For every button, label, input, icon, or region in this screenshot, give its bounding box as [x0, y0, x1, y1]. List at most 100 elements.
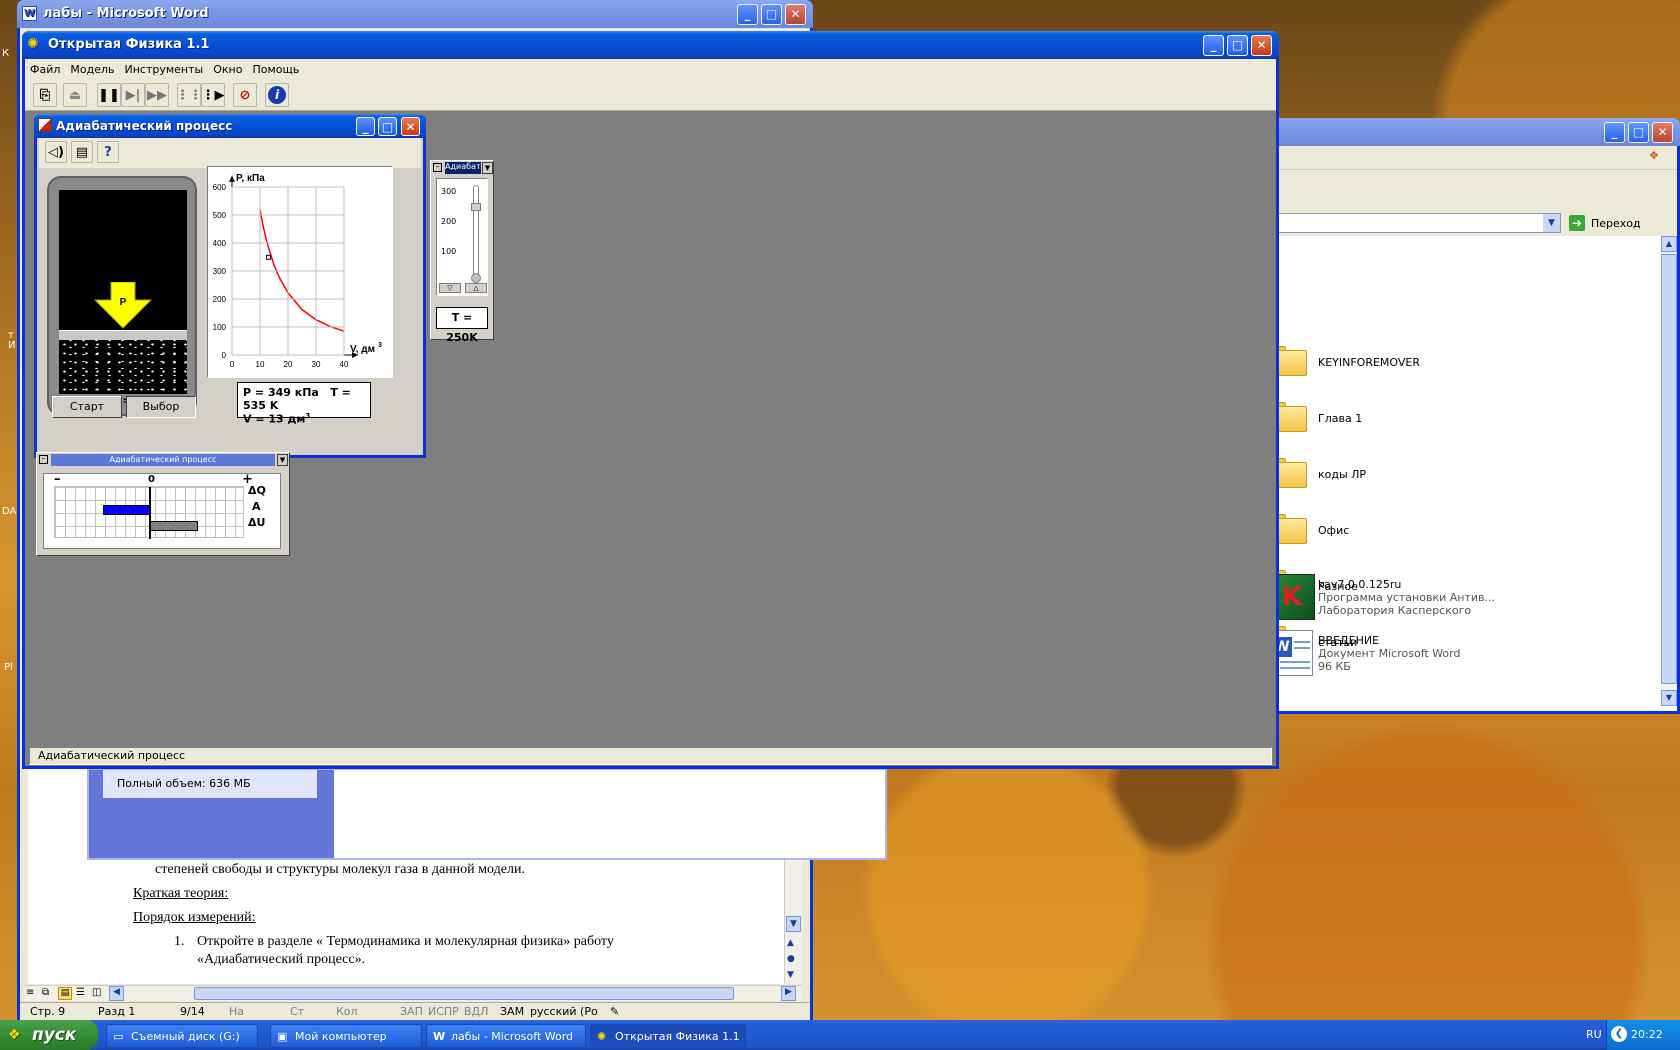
- thermo-menu-icon[interactable]: –: [433, 163, 442, 172]
- piston: [59, 330, 187, 340]
- word-titlebar[interactable]: W лабы - Microsoft Word: [17, 0, 813, 28]
- file-name[interactable]: kav7.0.0.125ru: [1318, 578, 1401, 591]
- normal-view-icon[interactable]: ≡: [26, 987, 34, 998]
- fast-forward-icon[interactable]: ▶▶: [145, 83, 169, 107]
- minimize-button[interactable]: _: [356, 117, 375, 136]
- open-door-icon[interactable]: ⎘: [33, 83, 57, 107]
- pause-icon[interactable]: ❚❚: [97, 83, 121, 107]
- folder-name[interactable]: KEYINFOREMOVER: [1318, 356, 1420, 369]
- next-page-icon[interactable]: ▼: [787, 970, 794, 980]
- physics-titlebar[interactable]: ✺ Открытая Физика 1.1: [22, 31, 1279, 59]
- browse-object-icon[interactable]: ●: [787, 954, 795, 964]
- info-icon[interactable]: i: [265, 83, 289, 107]
- scroll-down-icon[interactable]: ▼: [786, 916, 801, 932]
- status-ext[interactable]: ВДЛ: [464, 1005, 488, 1018]
- energy-menu-icon[interactable]: –: [39, 455, 48, 464]
- close-button[interactable]: ✕: [1652, 122, 1673, 143]
- menu-window[interactable]: Окно: [208, 63, 247, 76]
- maximize-button[interactable]: □: [761, 4, 782, 25]
- chevron-down-icon[interactable]: ▼: [482, 162, 493, 174]
- go-arrow-icon[interactable]: ➔: [1569, 215, 1585, 231]
- status-rec[interactable]: ЗАП: [400, 1005, 423, 1018]
- desktop-label-4[interactable]: DA: [2, 506, 16, 517]
- maximize-button[interactable]: □: [1227, 35, 1248, 56]
- sound-off-icon[interactable]: ⊘: [233, 83, 257, 107]
- thermo-down-button[interactable]: ▽: [439, 283, 461, 293]
- pressure-arrow-icon: P: [93, 282, 153, 329]
- file-type: Документ Microsoft Word: [1318, 647, 1461, 660]
- chevron-down-icon[interactable]: ▼: [1543, 214, 1560, 232]
- thermo-titlebar[interactable]: – Адиабат ▼: [431, 161, 493, 175]
- language-indicator[interactable]: RU: [1586, 1028, 1602, 1041]
- thermo-up-button[interactable]: △: [465, 283, 487, 293]
- desktop-label-3[interactable]: И: [8, 340, 15, 351]
- prev-page-icon[interactable]: ▲: [787, 938, 794, 948]
- reset-icon[interactable]: ⏏: [63, 83, 87, 107]
- taskbar-button-removable-disk[interactable]: ▭ Съемный диск (G:): [106, 1024, 258, 1048]
- horizontal-scrollbar[interactable]: ≡ ⧉ ▤ ☰ ◫ ◀ ▶: [24, 985, 802, 1001]
- thermo-slider-handle[interactable]: [471, 203, 481, 211]
- minimize-button[interactable]: _: [737, 4, 758, 25]
- energy-titlebar[interactable]: – Адиабатический процесс ▼: [37, 453, 289, 467]
- go-button[interactable]: Переход: [1591, 217, 1641, 230]
- scroll-up-icon[interactable]: ▲: [1661, 236, 1677, 252]
- thermometer-tube: [473, 185, 479, 277]
- address-input[interactable]: ▼: [1243, 213, 1561, 233]
- taskbar-label: Мой компьютер: [295, 1030, 387, 1043]
- x-axis-label: V, дм: [350, 344, 375, 355]
- close-button[interactable]: ✕: [785, 4, 806, 25]
- menu-file[interactable]: Файл: [25, 63, 65, 76]
- word-document-icon[interactable]: W: [1272, 630, 1313, 676]
- readout-pressure: P = 349 кПа: [243, 386, 319, 399]
- document-icon[interactable]: ▤: [71, 141, 93, 163]
- menu-tools[interactable]: Инструменты: [120, 63, 209, 76]
- help-icon[interactable]: ?: [97, 141, 119, 163]
- folder-name[interactable]: Глава 1: [1318, 412, 1362, 425]
- status-pages: 9/14: [180, 1005, 205, 1018]
- readout-volume: V = 13 дм: [243, 412, 306, 426]
- folder-name[interactable]: Офис: [1318, 524, 1349, 537]
- web-view-icon[interactable]: ⧉: [42, 987, 49, 998]
- scroll-thumb[interactable]: [194, 987, 734, 1000]
- taskbar-button-word[interactable]: Wлабы - Microsoft Word: [426, 1024, 586, 1048]
- status-ovr[interactable]: ЗАМ: [500, 1005, 524, 1018]
- minimize-button[interactable]: _: [1203, 35, 1224, 56]
- speaker-icon[interactable]: ◁): [45, 141, 67, 163]
- maximize-button[interactable]: □: [1628, 122, 1649, 143]
- file-name[interactable]: ВВЕДЕНИЕ: [1318, 634, 1379, 647]
- y-tick-label: 300: [213, 267, 227, 276]
- chevron-down-icon[interactable]: ▼: [277, 454, 288, 466]
- thermo-scale[interactable]: 300 200 100 ▽ △: [436, 178, 488, 296]
- reading-view-icon[interactable]: ◫: [92, 987, 101, 998]
- scroll-thumb[interactable]: [1661, 254, 1677, 684]
- scroll-right-icon[interactable]: ▶: [781, 986, 796, 1001]
- desktop-label-5[interactable]: Pl: [4, 662, 13, 673]
- menu-model[interactable]: Модель: [65, 63, 119, 76]
- thermometer-window: – Адиабат ▼ 300 200 100 ▽ △ T = 250K: [430, 160, 494, 344]
- physics-app-icon: ✺: [597, 1030, 607, 1043]
- print-layout-icon[interactable]: ▤: [58, 987, 72, 1000]
- scroll-left-icon[interactable]: ◀: [109, 986, 124, 1001]
- tray-clock-icon[interactable]: ❮: [1611, 1026, 1627, 1042]
- step-forward-icon[interactable]: ⋮▶: [201, 83, 225, 107]
- taskbar-button-open-physics[interactable]: ✺ Открытая Физика 1.1: [590, 1024, 746, 1048]
- scroll-down-icon[interactable]: ▼: [1661, 690, 1677, 706]
- status-trk[interactable]: ИСПР: [428, 1005, 459, 1018]
- step-icon[interactable]: ▶|: [121, 83, 145, 107]
- maximize-button[interactable]: □: [378, 117, 397, 136]
- desktop-label-1[interactable]: К: [2, 48, 9, 59]
- minimize-button[interactable]: _: [1604, 122, 1625, 143]
- taskbar-button-my-computer[interactable]: ▣ Мой компьютер: [270, 1024, 422, 1048]
- doc-line: «Адиабатический процесс».: [197, 952, 366, 967]
- folder-name[interactable]: коды ЛР: [1318, 468, 1366, 481]
- spelling-icon[interactable]: ✎: [610, 1005, 619, 1018]
- menu-help[interactable]: Помощь: [247, 63, 304, 76]
- outline-view-icon[interactable]: ☰: [76, 987, 85, 998]
- close-button[interactable]: ✕: [1251, 35, 1272, 56]
- start-button[interactable]: Старт: [52, 396, 122, 418]
- choose-button[interactable]: Выбор: [126, 396, 196, 418]
- step-back-icon[interactable]: ⋮⋮: [176, 83, 202, 107]
- explorer-scrollbar[interactable]: ▲ ▼: [1661, 236, 1677, 706]
- close-button[interactable]: ✕: [401, 117, 420, 136]
- start-button[interactable]: ❖ пуск: [0, 1020, 98, 1050]
